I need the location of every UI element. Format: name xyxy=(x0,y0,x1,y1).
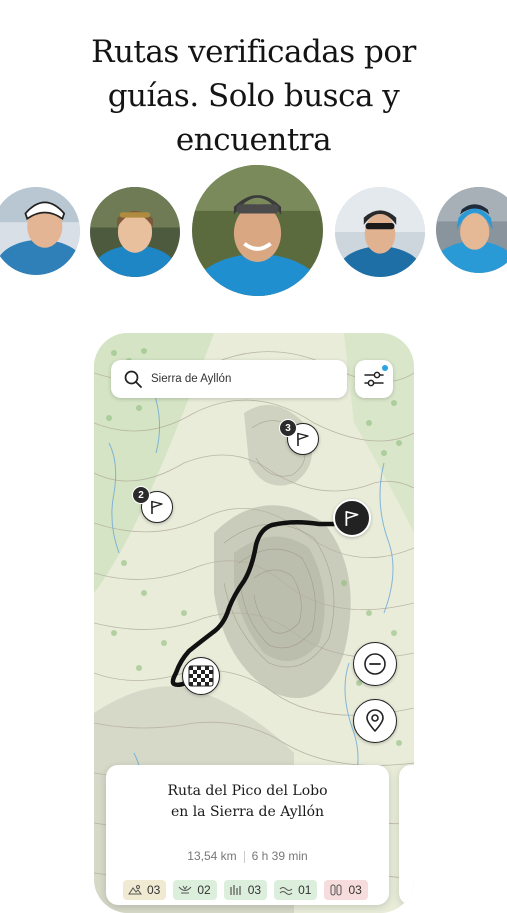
route-start-marker[interactable] xyxy=(182,657,220,695)
guide-photo xyxy=(0,187,80,275)
meta-divider xyxy=(243,850,245,863)
search-bar[interactable]: Sierra de Ayllón xyxy=(111,360,347,398)
search-icon xyxy=(123,369,143,389)
stat-value: 01 xyxy=(298,883,312,897)
footprints-icon xyxy=(329,884,343,896)
stat-chip-terrain: 03 xyxy=(223,880,268,900)
guide-avatar-3 xyxy=(192,165,323,296)
route-title-line-2: en la Sierra de Ayllón xyxy=(170,804,325,820)
guide-photo xyxy=(90,187,180,277)
landscape-icon xyxy=(128,884,142,896)
sliders-icon xyxy=(364,370,384,388)
guide-avatar-1 xyxy=(0,187,80,275)
cluster-count-badge: 3 xyxy=(279,419,297,437)
phone-mockup: Sierra de Ayllón 3 2 Ruta del Pico del L… xyxy=(94,333,414,913)
headline-line-3: encuentra xyxy=(175,122,332,158)
filter-button[interactable] xyxy=(355,360,393,398)
headline-line-2: guías. Solo busca y xyxy=(107,78,400,114)
route-stats: 03 02 03 01 03 xyxy=(123,880,368,900)
cluster-count-badge: 2 xyxy=(132,486,150,504)
guide-photo xyxy=(335,187,425,277)
route-end-marker[interactable] xyxy=(333,499,371,537)
minus-circle-icon xyxy=(362,651,388,677)
headline: Rutas verificadas por guías. Solo busca … xyxy=(0,30,507,162)
hazard-icon xyxy=(279,884,293,896)
filter-active-indicator xyxy=(382,365,388,371)
stat-value: 03 xyxy=(348,883,362,897)
guide-avatar-4 xyxy=(335,187,425,277)
stat-chip-difficulty: 02 xyxy=(173,880,217,900)
location-pin-icon xyxy=(362,708,388,734)
route-meta: 13,54 km 6 h 39 min xyxy=(106,849,389,863)
flag-icon xyxy=(295,431,311,447)
terrain-icon xyxy=(229,884,243,896)
route-title: Ruta del Pico del Lobo en la Sierra de A… xyxy=(106,781,389,823)
guide-photo xyxy=(436,187,507,273)
stat-chip-landscape: 03 xyxy=(123,880,167,900)
stat-value: 03 xyxy=(147,883,161,897)
flag-icon xyxy=(149,499,165,515)
guide-photo xyxy=(192,165,323,296)
difficulty-icon xyxy=(178,884,192,896)
checkered-flag-icon xyxy=(188,665,214,687)
route-duration: 6 h 39 min xyxy=(251,849,308,863)
stat-value: 02 xyxy=(197,883,211,897)
zoom-out-button[interactable] xyxy=(353,642,397,686)
stat-chip-effort: 03 xyxy=(324,880,368,900)
search-input[interactable]: Sierra de Ayllón xyxy=(151,373,231,385)
route-distance: 13,54 km xyxy=(187,849,237,863)
guide-avatar-2 xyxy=(90,187,180,277)
headline-line-1: Rutas verificadas por xyxy=(91,34,416,70)
stat-chip-hazard: 01 xyxy=(274,880,318,900)
my-location-button[interactable] xyxy=(353,699,397,743)
guide-avatars xyxy=(0,165,507,300)
route-title-line-1: Ruta del Pico del Lobo xyxy=(167,783,328,799)
stat-value: 03 xyxy=(247,883,262,897)
guide-avatar-5 xyxy=(436,187,507,273)
next-route-card[interactable] xyxy=(399,765,414,905)
route-card[interactable]: Ruta del Pico del Lobo en la Sierra de A… xyxy=(106,765,389,905)
flag-icon xyxy=(343,509,361,527)
